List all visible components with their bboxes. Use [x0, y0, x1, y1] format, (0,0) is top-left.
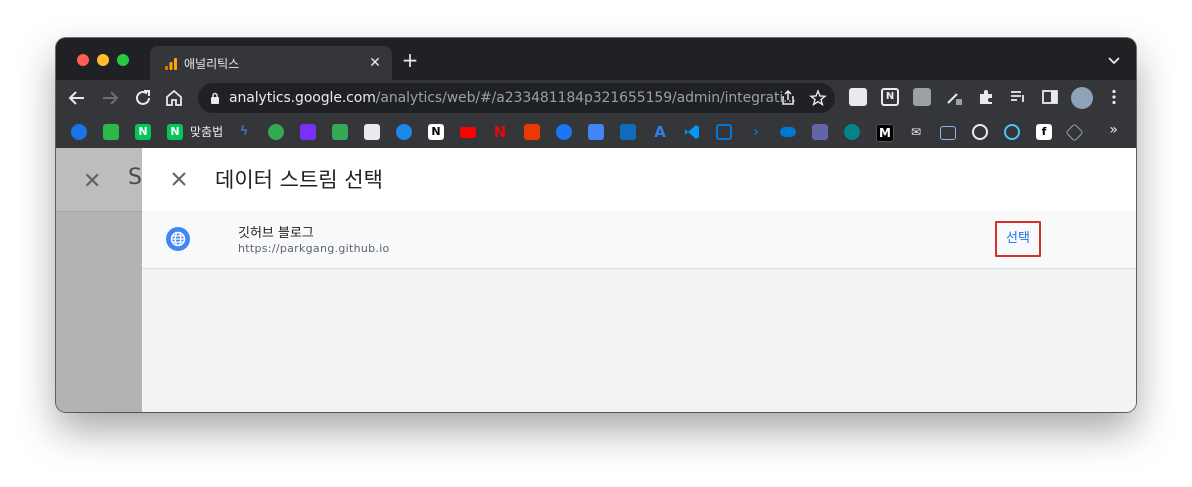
- new-tab-icon[interactable]: +: [401, 50, 419, 70]
- maximize-window-button[interactable]: [117, 54, 129, 66]
- data-stream-row[interactable]: 깃허브 블로그 https://parkgang.github.io 선택: [142, 211, 1136, 269]
- background-panel: ✕ S: [56, 148, 142, 412]
- background-panel-header: ✕ S: [56, 148, 142, 212]
- select-button[interactable]: 선택: [995, 221, 1041, 257]
- reading-list-icon[interactable]: [1009, 88, 1027, 106]
- download-extension-icon[interactable]: [849, 88, 867, 106]
- chevron-down-icon[interactable]: [1106, 52, 1122, 68]
- bookmark-youtube-icon[interactable]: [460, 127, 476, 138]
- select-data-stream-dialog: 데이터 스트림 선택 깃허브 블로그 https://parkgang.gith…: [142, 148, 1136, 412]
- browser-toolbar: analytics.google.com/analytics/web/#/a23…: [56, 80, 1136, 116]
- dialog-title: 데이터 스트림 선택: [215, 168, 383, 192]
- bookmark-devops-icon[interactable]: [716, 124, 732, 140]
- background-close-icon[interactable]: ✕: [83, 169, 101, 194]
- lock-icon[interactable]: [210, 92, 220, 104]
- avatar[interactable]: [1071, 87, 1093, 109]
- bookmark-gmail-icon[interactable]: [940, 126, 956, 140]
- minimize-window-button[interactable]: [97, 54, 109, 66]
- bookmark-naver-icon[interactable]: N: [135, 124, 151, 140]
- forward-icon[interactable]: [99, 87, 121, 109]
- bookmark-azure-icon[interactable]: A: [652, 124, 668, 140]
- puzzle-icon[interactable]: [977, 88, 995, 106]
- tab-title: 애널리틱스: [184, 57, 240, 71]
- address-bar[interactable]: analytics.google.com/analytics/web/#/a23…: [198, 83, 835, 113]
- bookmark-sharepoint-icon[interactable]: [844, 124, 860, 140]
- dialog-header: 데이터 스트림 선택: [142, 148, 1136, 212]
- reload-icon[interactable]: [132, 87, 154, 109]
- bookmark-it-wiki-icon[interactable]: [300, 124, 316, 140]
- bookmark-chatgpt-icon[interactable]: [268, 124, 284, 140]
- bookmark-f-icon[interactable]: f: [1036, 124, 1052, 140]
- bookmark-lightning-icon[interactable]: ϟ: [236, 124, 252, 140]
- side-panel-icon[interactable]: [1041, 88, 1059, 106]
- url-path: /analytics/web/#/a233481184p321655159/ad…: [375, 90, 797, 106]
- eyedropper-extension-icon[interactable]: [945, 88, 963, 106]
- url-host: analytics.google.com: [229, 90, 376, 106]
- stream-name: 깃허브 블로그: [238, 226, 314, 241]
- bookmark-vscode-icon[interactable]: [684, 124, 700, 140]
- bookmark-blue-circle-icon[interactable]: [71, 124, 87, 140]
- bookmark-office-icon[interactable]: [524, 124, 540, 140]
- star-icon[interactable]: [809, 89, 827, 107]
- bookmark-label[interactable]: 맞춤법: [190, 123, 223, 140]
- bookmark-green-bag-icon[interactable]: [332, 124, 348, 140]
- close-window-button[interactable]: [77, 54, 89, 66]
- bookmark-image-icon[interactable]: [364, 124, 380, 140]
- bookmark-facebook-icon[interactable]: [556, 124, 572, 140]
- bookmark-edge-icon[interactable]: [396, 124, 412, 140]
- bookmark-outlook-icon[interactable]: [620, 124, 636, 140]
- bookmarks-more-icon[interactable]: »: [1109, 122, 1118, 138]
- tab-manager-extension-icon[interactable]: [913, 88, 931, 106]
- tab-strip: 애널리틱스 ✕ +: [56, 38, 1136, 80]
- bookmark-check-circle-icon[interactable]: [972, 124, 988, 140]
- home-icon[interactable]: [163, 87, 185, 109]
- globe-icon: [166, 227, 190, 251]
- notion-extension-icon[interactable]: N: [881, 88, 899, 106]
- browser-window: 애널리틱스 ✕ + analytics.google.com/analytics…: [56, 38, 1136, 412]
- more-vertical-icon[interactable]: [1105, 88, 1123, 106]
- bookmark-medium-icon[interactable]: M: [876, 124, 894, 142]
- share-icon[interactable]: [779, 89, 797, 107]
- analytics-icon: [165, 58, 177, 70]
- dialog-empty-area: [142, 269, 1136, 412]
- bookmark-netflix-icon[interactable]: N: [492, 124, 508, 140]
- bookmark-translate-icon[interactable]: [588, 124, 604, 140]
- background-panel-title: S: [128, 165, 142, 190]
- bookmarks-bar: N N 맞춤법 ϟ N N A › M ✉ f »: [56, 116, 1136, 149]
- url-text: analytics.google.com/analytics/web/#/a23…: [229, 90, 796, 106]
- tab-analytics[interactable]: 애널리틱스 ✕: [150, 46, 392, 80]
- bookmark-teams-icon[interactable]: [812, 124, 828, 140]
- stream-url: https://parkgang.github.io: [238, 242, 390, 255]
- bookmark-onedrive-icon[interactable]: [780, 127, 796, 137]
- close-icon[interactable]: [168, 168, 190, 190]
- bookmark-notion-icon[interactable]: N: [428, 124, 444, 140]
- page-content: ✕ S 데이터 스트림 선택 깃허브 블로그 https://parkgang.…: [56, 148, 1136, 412]
- bookmark-naver-spell-icon[interactable]: N: [167, 124, 183, 140]
- bookmark-cube-icon[interactable]: [1065, 123, 1084, 142]
- bookmark-green-square-icon[interactable]: [103, 124, 119, 140]
- bookmark-globe-icon[interactable]: [1004, 124, 1020, 140]
- bookmark-power-automate-icon[interactable]: ›: [748, 124, 764, 140]
- bookmark-mail-icon[interactable]: ✉: [908, 124, 924, 140]
- back-icon[interactable]: [66, 87, 88, 109]
- tab-close-icon[interactable]: ✕: [366, 54, 384, 72]
